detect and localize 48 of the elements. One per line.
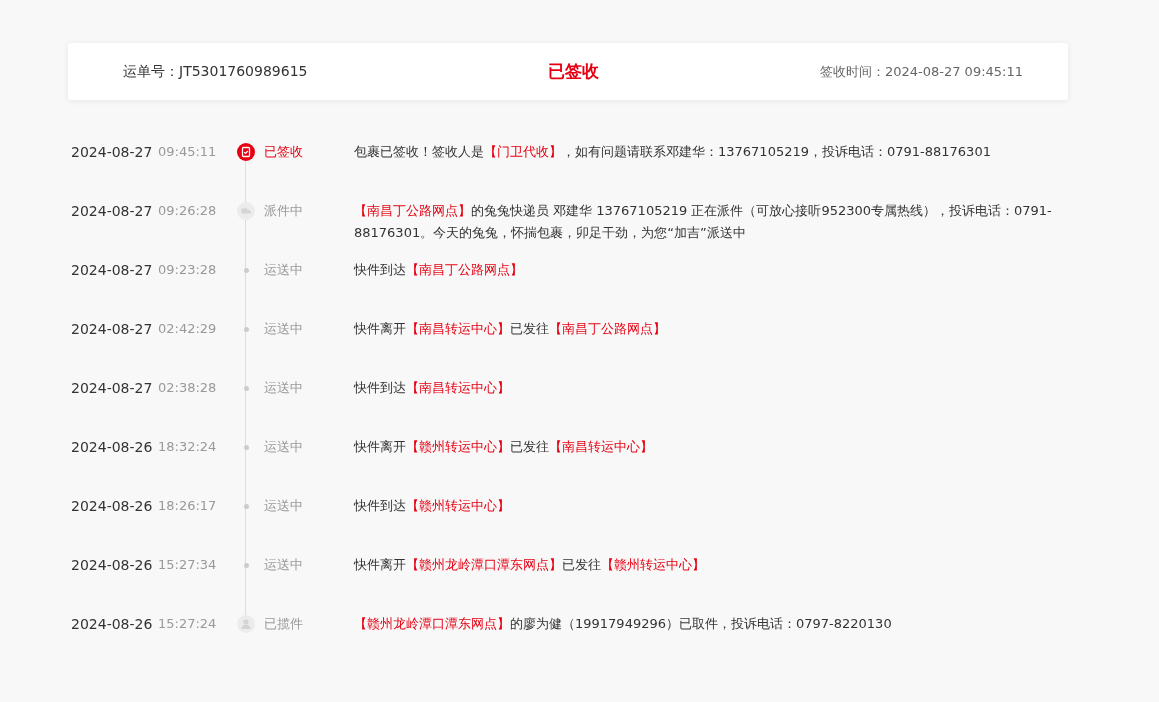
event-status: 运送中: [264, 261, 304, 279]
event-time: 09:23:28: [158, 261, 218, 279]
event-time: 18:26:17: [158, 497, 218, 515]
event-status: 运送中: [264, 320, 304, 338]
delivery-status: 已签收: [547, 60, 599, 83]
event-date: 2024-08-27: [71, 143, 154, 162]
timeline-dot: [243, 327, 249, 332]
event-time: 18:32:24: [158, 438, 218, 456]
event-status: 已签收: [264, 143, 304, 161]
event-date: 2024-08-27: [71, 320, 154, 339]
timeline-dot: [243, 268, 249, 273]
signed-time: 签收时间：2024-08-27 09:45:11: [819, 62, 1023, 81]
waybill-number: 运单号：JT5301760989615: [123, 62, 308, 81]
event-status: 已揽件: [264, 615, 304, 633]
timeline-dot: [243, 563, 249, 568]
event-time: 02:38:28: [158, 379, 218, 397]
event-status: 运送中: [264, 556, 304, 574]
event-description: 包裹已签收！签收人是【门卫代收】，如有问题请联系邓建华：13767105219，投诉电话：0791-88176301: [354, 143, 992, 161]
event-time: 09:45:11: [158, 143, 218, 161]
event-status: 运送中: [264, 497, 304, 515]
event-date: 2024-08-26: [71, 556, 154, 575]
event-date: 2024-08-27: [71, 202, 154, 221]
event-description: 快件离开【南昌转运中心】已发往【南昌丁公路网点】: [354, 320, 667, 338]
event-date: 2024-08-27: [71, 261, 154, 280]
event-description: 快件到达【赣州转运中心】: [354, 497, 511, 515]
event-date: 2024-08-26: [71, 615, 154, 634]
event-status: 运送中: [264, 438, 304, 456]
event-date: 2024-08-27: [71, 379, 154, 398]
event-description: 快件到达【南昌丁公路网点】: [354, 261, 524, 279]
event-description: 快件离开【赣州龙岭潭口潭东网点】已发往【赣州转运中心】: [354, 556, 706, 574]
event-time: 15:27:24: [158, 615, 218, 633]
timeline-dot: [243, 504, 249, 509]
event-date: 2024-08-26: [71, 497, 154, 516]
timeline-dot: [243, 445, 249, 450]
event-status: 派件中: [264, 202, 304, 220]
timeline-dot: [243, 386, 249, 391]
event-description: 快件离开【赣州转运中心】已发往【南昌转运中心】: [354, 438, 654, 456]
event-time: 15:27:34: [158, 556, 218, 574]
event-description: 快件到达【南昌转运中心】: [354, 379, 511, 397]
event-date: 2024-08-26: [71, 438, 154, 457]
event-description: 【赣州龙岭潭口潭东网点】的廖为健（19917949296）已取件，投诉电话：0797-8220130: [354, 615, 893, 633]
clipboard-check-icon: [237, 143, 255, 161]
event-time: 09:26:28: [158, 202, 218, 220]
person-icon: [237, 615, 255, 633]
event-status: 运送中: [264, 379, 304, 397]
event-time: 02:42:29: [158, 320, 218, 338]
truck-icon: [237, 202, 255, 220]
event-description: 【南昌丁公路网点】的兔兔快递员 邓建华 13767105219 正在派件（可放心接听952300专属热线），投诉电话：0791-88176301。今天的兔兔，怀揣包裹，卯足干劲，为您“加吉”派送中: [354, 202, 1053, 242]
